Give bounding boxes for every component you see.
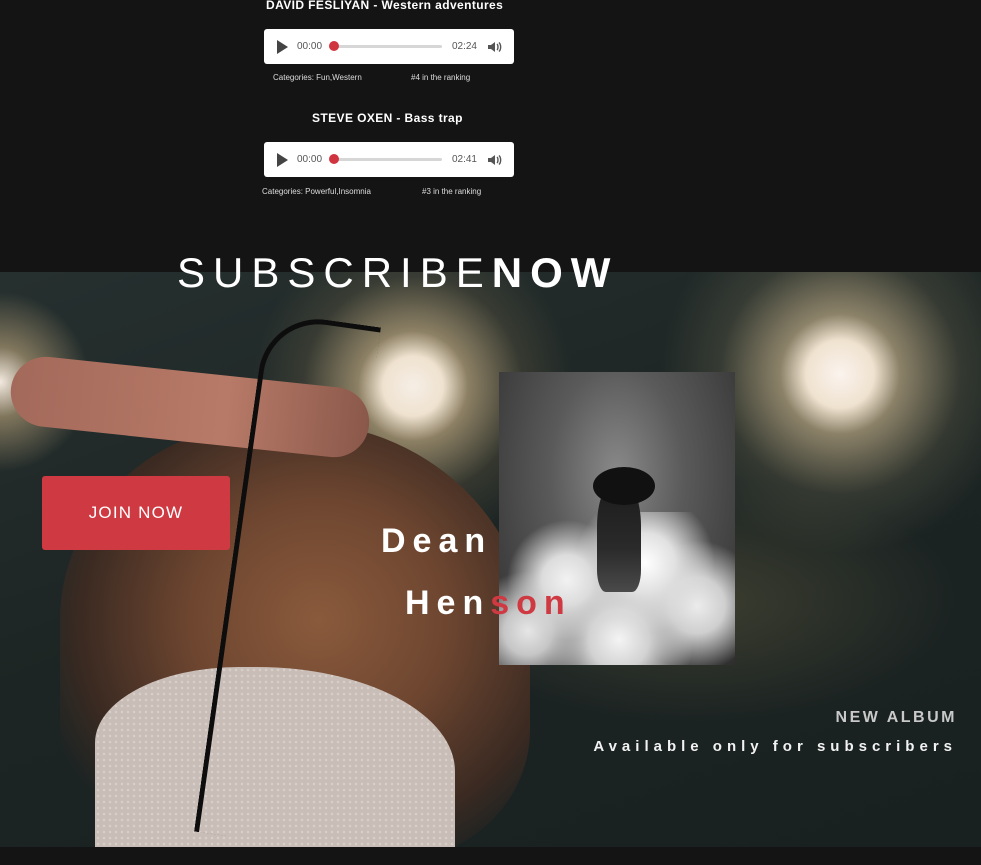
seek-bar[interactable]: [329, 154, 442, 164]
current-time: 00:00: [297, 154, 323, 165]
new-album-label: NEW ALBUM: [835, 709, 957, 726]
artist-last-name-plain: Hen: [405, 584, 491, 622]
track-categories: Categories: Fun,Western: [273, 73, 362, 82]
audio-player[interactable]: 00:00 02:41: [264, 142, 514, 177]
current-time: 00:00: [297, 41, 323, 52]
album-cover-hat: [593, 467, 655, 505]
playlist-section: DAVID FESLIYAN - Western adventures 00:0…: [0, 0, 981, 272]
join-now-button[interactable]: JOIN NOW: [42, 476, 230, 550]
track-title: STEVE OXEN - Bass trap: [312, 111, 463, 125]
track-categories: Categories: Powerful,Insomnia: [262, 187, 371, 196]
album-tagline: Available only for subscribers: [593, 738, 957, 755]
duration: 02:24: [451, 41, 477, 52]
artist-last-name-accent: son: [490, 584, 572, 622]
artist-first-name: Dean: [381, 522, 493, 560]
duration: 02:41: [451, 154, 477, 165]
track-ranking: #3 in the ranking: [422, 187, 482, 196]
subscribe-heading-light: SUBSCRIBE: [177, 249, 492, 296]
audio-player[interactable]: 00:00 02:24: [264, 29, 514, 64]
play-icon[interactable]: [277, 152, 288, 167]
seek-knob[interactable]: [329, 154, 340, 164]
play-icon[interactable]: [277, 39, 288, 54]
seek-bar[interactable]: [329, 41, 442, 51]
artist-last-name: Henson: [405, 584, 572, 623]
track-title: DAVID FESLIYAN - Western adventures: [266, 0, 504, 12]
subscribe-heading: SUBSCRIBENOW: [177, 249, 618, 297]
footer-strip: [0, 847, 981, 865]
track-ranking: #4 in the ranking: [411, 73, 471, 82]
volume-icon[interactable]: [486, 152, 502, 168]
volume-icon[interactable]: [486, 39, 502, 55]
subscribe-heading-bold: NOW: [491, 249, 619, 296]
seek-knob[interactable]: [329, 41, 340, 51]
